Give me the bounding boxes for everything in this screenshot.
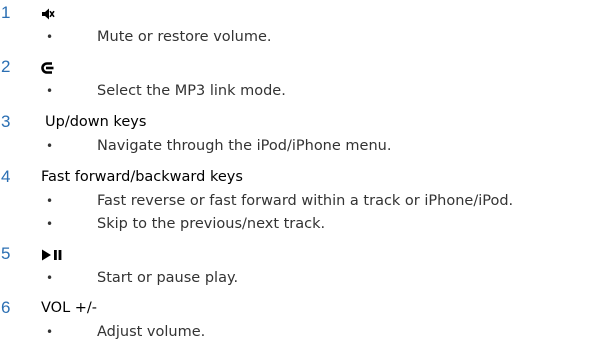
- bullet-dot: •: [46, 325, 54, 339]
- bullet-text: Fast reverse or fast forward within a tr…: [97, 193, 514, 209]
- list-item: 5 • Start or pause play.: [0, 244, 607, 292]
- bullet-text: Select the MP3 link mode.: [97, 83, 286, 99]
- item-number: 4: [1, 167, 11, 186]
- bullet-text: Skip to the previous/next track.: [97, 216, 326, 232]
- bullet-dot: •: [46, 139, 54, 153]
- bullet-text: Start or pause play.: [97, 270, 239, 286]
- bullet-dot: •: [46, 217, 54, 231]
- mp3-link-icon: [41, 57, 55, 77]
- item-heading: VOL +/-: [41, 300, 98, 316]
- bullet-dot: •: [46, 84, 54, 98]
- item-number: 6: [1, 298, 11, 317]
- item-heading: Fast forward/backward keys: [41, 169, 243, 185]
- item-heading: Up/down keys: [45, 114, 147, 130]
- list-item: 6 VOL +/- • Adjust volume.: [0, 298, 607, 346]
- bullet-text: Mute or restore volume.: [97, 29, 272, 45]
- bullet-text: Adjust volume.: [97, 324, 206, 340]
- bullet-text: Navigate through the iPod/iPhone menu.: [97, 138, 392, 154]
- item-number: 5: [1, 244, 11, 263]
- item-number: 1: [1, 3, 11, 22]
- mute-icon: [41, 3, 55, 23]
- list-item: 1 • Mute or restore volume.: [0, 3, 607, 51]
- list-item: 2 • Select the MP3 link mode.: [0, 57, 607, 105]
- list-item: 4 Fast forward/backward keys • Fast reve…: [0, 167, 607, 237]
- bullet-dot: •: [46, 30, 54, 44]
- play-pause-icon: [41, 244, 63, 264]
- bullet-dot: •: [46, 194, 54, 208]
- bullet-dot: •: [46, 271, 54, 285]
- controls-list: 1 • Mute or restore volume. 2 • Select t…: [0, 0, 607, 357]
- item-number: 2: [1, 57, 11, 76]
- list-item: 3 Up/down keys • Navigate through the iP…: [0, 112, 607, 160]
- item-number: 3: [1, 112, 11, 131]
